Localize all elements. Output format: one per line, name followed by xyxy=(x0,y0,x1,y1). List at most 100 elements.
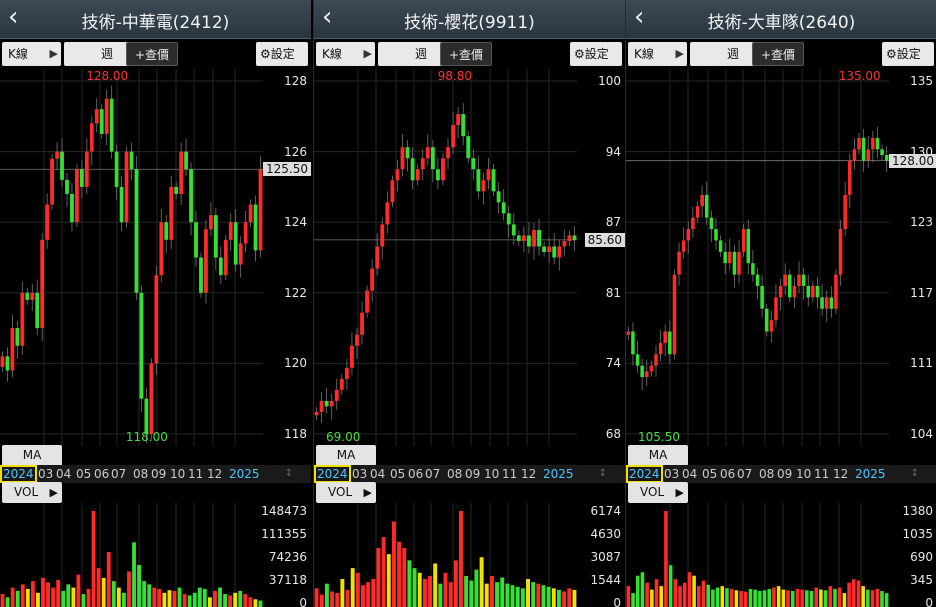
candle xyxy=(380,224,385,247)
volume-chart[interactable] xyxy=(0,503,263,607)
volume-bar xyxy=(101,577,106,607)
query-price-button[interactable]: +查價 xyxy=(440,42,492,66)
volume-bar xyxy=(837,587,842,607)
price-chart[interactable] xyxy=(0,69,263,446)
query-price-button[interactable]: +查價 xyxy=(126,42,178,66)
candle xyxy=(843,194,847,230)
vol-indicator-button[interactable]: VOL ▶ xyxy=(316,482,376,503)
last-price-label: 125.50 xyxy=(263,162,311,177)
time-axis[interactable]: 2024 03 04 05 06 07 08 09 10 11 12 2025 ↕ xyxy=(314,465,625,483)
candle xyxy=(319,400,324,412)
volume-bar xyxy=(870,590,875,607)
candle xyxy=(189,169,193,223)
candle xyxy=(861,137,866,161)
volume-bar xyxy=(71,587,76,607)
period-label: 週 xyxy=(414,47,427,61)
volume-bar xyxy=(562,591,567,607)
candle xyxy=(395,169,400,181)
volume-bar xyxy=(875,588,880,607)
month-label: 12 xyxy=(833,467,849,481)
volume-bar xyxy=(541,585,546,607)
volume-bar xyxy=(314,588,319,607)
candle xyxy=(852,149,857,161)
scroll-handle-icon[interactable]: ↕ xyxy=(911,465,919,483)
candle xyxy=(562,240,567,247)
candle xyxy=(884,155,889,161)
candle xyxy=(0,356,5,367)
month-label: 06 xyxy=(94,467,110,481)
candle xyxy=(129,151,134,170)
volume-bar xyxy=(30,581,35,607)
volume-bar xyxy=(66,584,71,607)
volume-bar xyxy=(213,590,217,607)
candle xyxy=(700,194,704,207)
candle xyxy=(238,243,243,265)
candle xyxy=(329,400,334,407)
ma-indicator-button[interactable]: MA xyxy=(316,445,376,466)
month-label: 09 xyxy=(777,467,793,481)
y-tick-label: 120 xyxy=(284,356,307,371)
vol-indicator-button[interactable]: VOL ▶ xyxy=(628,482,688,503)
volume-bar xyxy=(819,589,823,607)
volume-bar xyxy=(828,586,833,607)
volume-bar xyxy=(46,582,50,607)
k-line-button[interactable]: K線 ▶ xyxy=(2,42,61,66)
volume-bar xyxy=(469,580,474,607)
candle xyxy=(516,235,521,241)
month-label: 10 xyxy=(484,467,500,481)
stock-panel: ‹ 技術-櫻花(9911) K線 ▶ 週 ▶ +查價 ⚙設定 100948781… xyxy=(313,0,625,607)
scroll-handle-icon[interactable]: ↕ xyxy=(599,465,607,483)
candle xyxy=(15,328,20,346)
month-label: 09 xyxy=(151,467,167,481)
volume-bar xyxy=(551,588,556,607)
volume-bar xyxy=(438,583,443,607)
candle xyxy=(25,292,30,300)
settings-button[interactable]: ⚙設定 xyxy=(570,42,622,66)
volume-bar xyxy=(36,592,40,607)
volume-bar xyxy=(407,560,412,607)
candle xyxy=(204,229,208,293)
volume-tick-label: 111355 xyxy=(261,527,307,541)
query-price-button[interactable]: +查價 xyxy=(752,42,804,66)
vol-label: VOL xyxy=(640,485,665,499)
candle xyxy=(40,239,45,329)
price-chart[interactable] xyxy=(626,69,889,446)
volume-bar xyxy=(223,594,227,607)
k-line-label: K線 xyxy=(8,47,28,61)
k-line-button[interactable]: K線 ▶ xyxy=(316,42,375,66)
settings-button[interactable]: ⚙設定 xyxy=(256,42,308,66)
candle xyxy=(456,114,461,126)
candle xyxy=(848,160,852,195)
ma-indicator-button[interactable]: MA xyxy=(2,445,62,466)
chevron-right-icon: ▶ xyxy=(363,47,372,60)
gear-icon: ⚙ xyxy=(886,47,897,61)
candle xyxy=(783,274,787,286)
volume-tick-label: 1035 xyxy=(902,527,933,541)
time-axis[interactable]: 2024 03 04 05 06 07 08 09 10 11 12 2025 ↕ xyxy=(0,465,311,483)
low-price-label: 105.50 xyxy=(638,430,680,444)
candle xyxy=(521,235,526,241)
volume-chart[interactable] xyxy=(626,503,889,607)
price-chart[interactable] xyxy=(314,69,577,446)
volume-bar xyxy=(572,589,577,607)
candle xyxy=(834,274,838,309)
ma-indicator-button[interactable]: MA xyxy=(628,445,688,466)
k-line-button[interactable]: K線 ▶ xyxy=(628,42,687,66)
candle xyxy=(806,285,811,298)
candle xyxy=(829,297,834,309)
vol-indicator-button[interactable]: VOL ▶ xyxy=(2,482,62,503)
settings-button[interactable]: ⚙設定 xyxy=(882,42,934,66)
high-price-label: 128.00 xyxy=(86,69,129,83)
low-price-label: 69.00 xyxy=(326,430,361,444)
month-label: 10 xyxy=(170,467,186,481)
candle xyxy=(769,320,774,332)
last-price-label: 85.60 xyxy=(584,232,625,247)
volume-tick-label: 148473 xyxy=(261,504,307,518)
candle xyxy=(797,274,801,286)
volume-bar xyxy=(207,597,212,607)
volume-chart[interactable] xyxy=(314,503,577,607)
volume-bar xyxy=(654,579,659,607)
time-axis[interactable]: 2024 03 04 05 06 07 08 09 10 11 12 2025 ↕ xyxy=(626,465,936,483)
scroll-handle-icon[interactable]: ↕ xyxy=(285,465,293,483)
candle xyxy=(801,274,806,286)
